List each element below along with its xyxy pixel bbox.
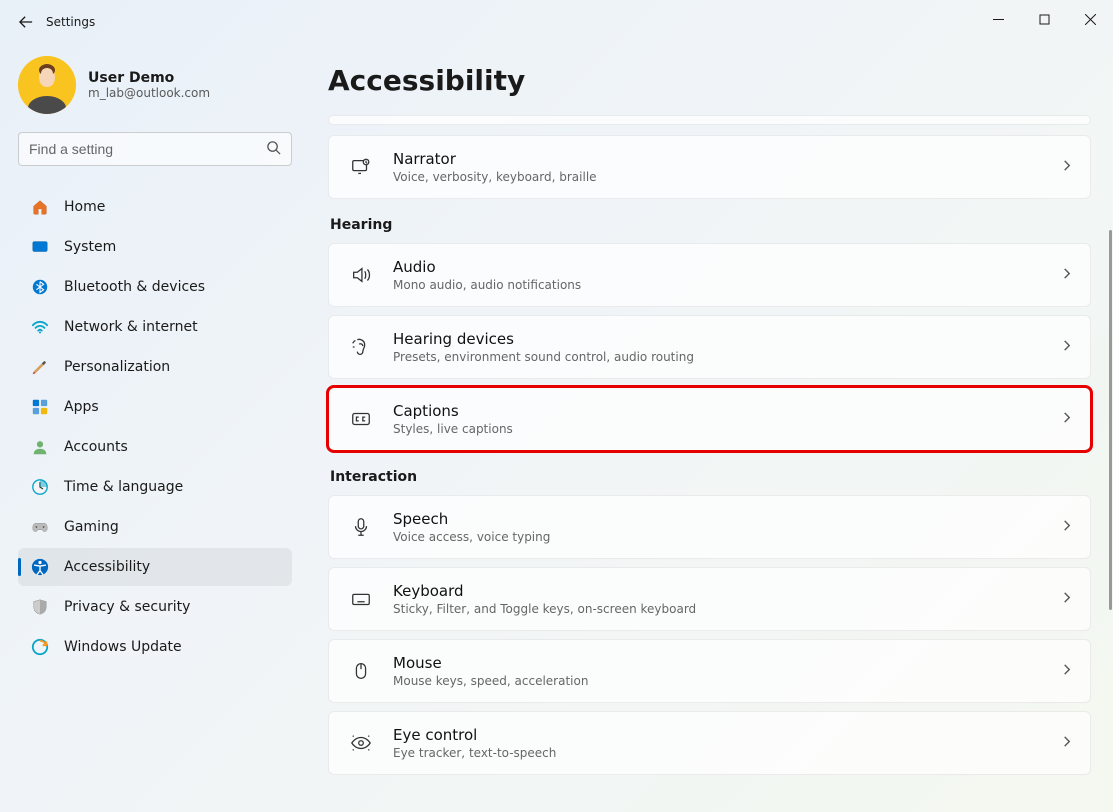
user-name: User Demo xyxy=(88,70,210,86)
nav-system[interactable]: System xyxy=(18,228,292,266)
nav-label: System xyxy=(64,239,116,255)
card-captions[interactable]: Captions Styles, live captions xyxy=(328,387,1091,451)
card-hearing-devices[interactable]: Hearing devices Presets, environment sou… xyxy=(328,315,1091,379)
nav-label: Home xyxy=(64,199,105,215)
scrollbar-thumb[interactable] xyxy=(1109,230,1112,610)
card-mouse[interactable]: Mouse Mouse keys, speed, acceleration xyxy=(328,639,1091,703)
nav-update[interactable]: Windows Update xyxy=(18,628,292,666)
card-sub: Styles, live captions xyxy=(393,422,1061,436)
nav-personalization[interactable]: Personalization xyxy=(18,348,292,386)
card-title: Hearing devices xyxy=(393,330,1061,348)
clock-icon xyxy=(30,477,50,497)
maximize-button[interactable] xyxy=(1021,3,1067,35)
card-title: Narrator xyxy=(393,150,1061,168)
card-sub: Mono audio, audio notifications xyxy=(393,278,1061,292)
nav-gaming[interactable]: Gaming xyxy=(18,508,292,546)
chevron-right-icon xyxy=(1061,159,1072,175)
card-sub: Sticky, Filter, and Toggle keys, on-scre… xyxy=(393,602,1061,616)
section-hearing: Hearing xyxy=(330,217,1091,233)
nav-apps[interactable]: Apps xyxy=(18,388,292,426)
nav-bluetooth[interactable]: Bluetooth & devices xyxy=(18,268,292,306)
section-interaction: Interaction xyxy=(330,469,1091,485)
apps-icon xyxy=(30,397,50,417)
nav-label: Time & language xyxy=(64,479,183,495)
wifi-icon xyxy=(30,317,50,337)
partial-card-top xyxy=(328,115,1091,125)
sidebar: User Demo m_lab@outlook.com Home System xyxy=(0,44,310,812)
main-content: Accessibility Narrator Voice, verbosity,… xyxy=(310,44,1113,812)
bluetooth-icon xyxy=(30,277,50,297)
card-audio[interactable]: Audio Mono audio, audio notifications xyxy=(328,243,1091,307)
keyboard-icon xyxy=(347,588,375,610)
card-keyboard[interactable]: Keyboard Sticky, Filter, and Toggle keys… xyxy=(328,567,1091,631)
user-email: m_lab@outlook.com xyxy=(88,86,210,100)
nav-accessibility[interactable]: Accessibility xyxy=(18,548,292,586)
chevron-right-icon xyxy=(1061,411,1072,427)
card-sub: Mouse keys, speed, acceleration xyxy=(393,674,1061,688)
card-narrator[interactable]: Narrator Voice, verbosity, keyboard, bra… xyxy=(328,135,1091,199)
nav-time[interactable]: Time & language xyxy=(18,468,292,506)
search-icon xyxy=(266,140,281,159)
home-icon xyxy=(30,197,50,217)
chevron-right-icon xyxy=(1061,339,1072,355)
card-title: Speech xyxy=(393,510,1061,528)
nav-label: Privacy & security xyxy=(64,599,190,615)
close-button[interactable] xyxy=(1067,3,1113,35)
chevron-right-icon xyxy=(1061,519,1072,535)
nav-label: Gaming xyxy=(64,519,119,535)
avatar xyxy=(18,56,76,114)
page-title: Accessibility xyxy=(328,64,1091,97)
card-sub: Voice, verbosity, keyboard, braille xyxy=(393,170,1061,184)
nav-privacy[interactable]: Privacy & security xyxy=(18,588,292,626)
nav-network[interactable]: Network & internet xyxy=(18,308,292,346)
gamepad-icon xyxy=(30,517,50,537)
nav-accounts[interactable]: Accounts xyxy=(18,428,292,466)
shield-icon xyxy=(30,597,50,617)
update-icon xyxy=(30,637,50,657)
card-eye-control[interactable]: Eye control Eye tracker, text-to-speech xyxy=(328,711,1091,775)
mic-icon xyxy=(347,516,375,538)
nav-list: Home System Bluetooth & devices Network … xyxy=(18,188,292,666)
search-input[interactable] xyxy=(29,141,266,157)
brush-icon xyxy=(30,357,50,377)
person-icon xyxy=(30,437,50,457)
back-button[interactable] xyxy=(8,4,44,40)
nav-label: Accounts xyxy=(64,439,128,455)
card-sub: Eye tracker, text-to-speech xyxy=(393,746,1061,760)
nav-label: Network & internet xyxy=(64,319,198,335)
card-speech[interactable]: Speech Voice access, voice typing xyxy=(328,495,1091,559)
audio-icon xyxy=(347,264,375,286)
nav-label: Personalization xyxy=(64,359,170,375)
narrator-icon xyxy=(347,156,375,178)
card-sub: Voice access, voice typing xyxy=(393,530,1061,544)
chevron-right-icon xyxy=(1061,591,1072,607)
accessibility-icon xyxy=(30,557,50,577)
card-sub: Presets, environment sound control, audi… xyxy=(393,350,1061,364)
app-title: Settings xyxy=(46,15,95,29)
chevron-right-icon xyxy=(1061,663,1072,679)
card-title: Eye control xyxy=(393,726,1061,744)
nav-home[interactable]: Home xyxy=(18,188,292,226)
chevron-right-icon xyxy=(1061,735,1072,751)
captions-icon xyxy=(347,408,375,430)
eye-icon xyxy=(347,732,375,754)
ear-icon xyxy=(347,336,375,358)
card-title: Audio xyxy=(393,258,1061,276)
nav-label: Apps xyxy=(64,399,99,415)
nav-label: Accessibility xyxy=(64,559,150,575)
card-title: Captions xyxy=(393,402,1061,420)
nav-label: Windows Update xyxy=(64,639,182,655)
minimize-button[interactable] xyxy=(975,3,1021,35)
chevron-right-icon xyxy=(1061,267,1072,283)
user-profile[interactable]: User Demo m_lab@outlook.com xyxy=(18,56,292,114)
system-icon xyxy=(30,237,50,257)
titlebar: Settings xyxy=(0,0,1113,44)
card-title: Keyboard xyxy=(393,582,1061,600)
search-box[interactable] xyxy=(18,132,292,166)
mouse-icon xyxy=(347,660,375,682)
nav-label: Bluetooth & devices xyxy=(64,279,205,295)
card-title: Mouse xyxy=(393,654,1061,672)
